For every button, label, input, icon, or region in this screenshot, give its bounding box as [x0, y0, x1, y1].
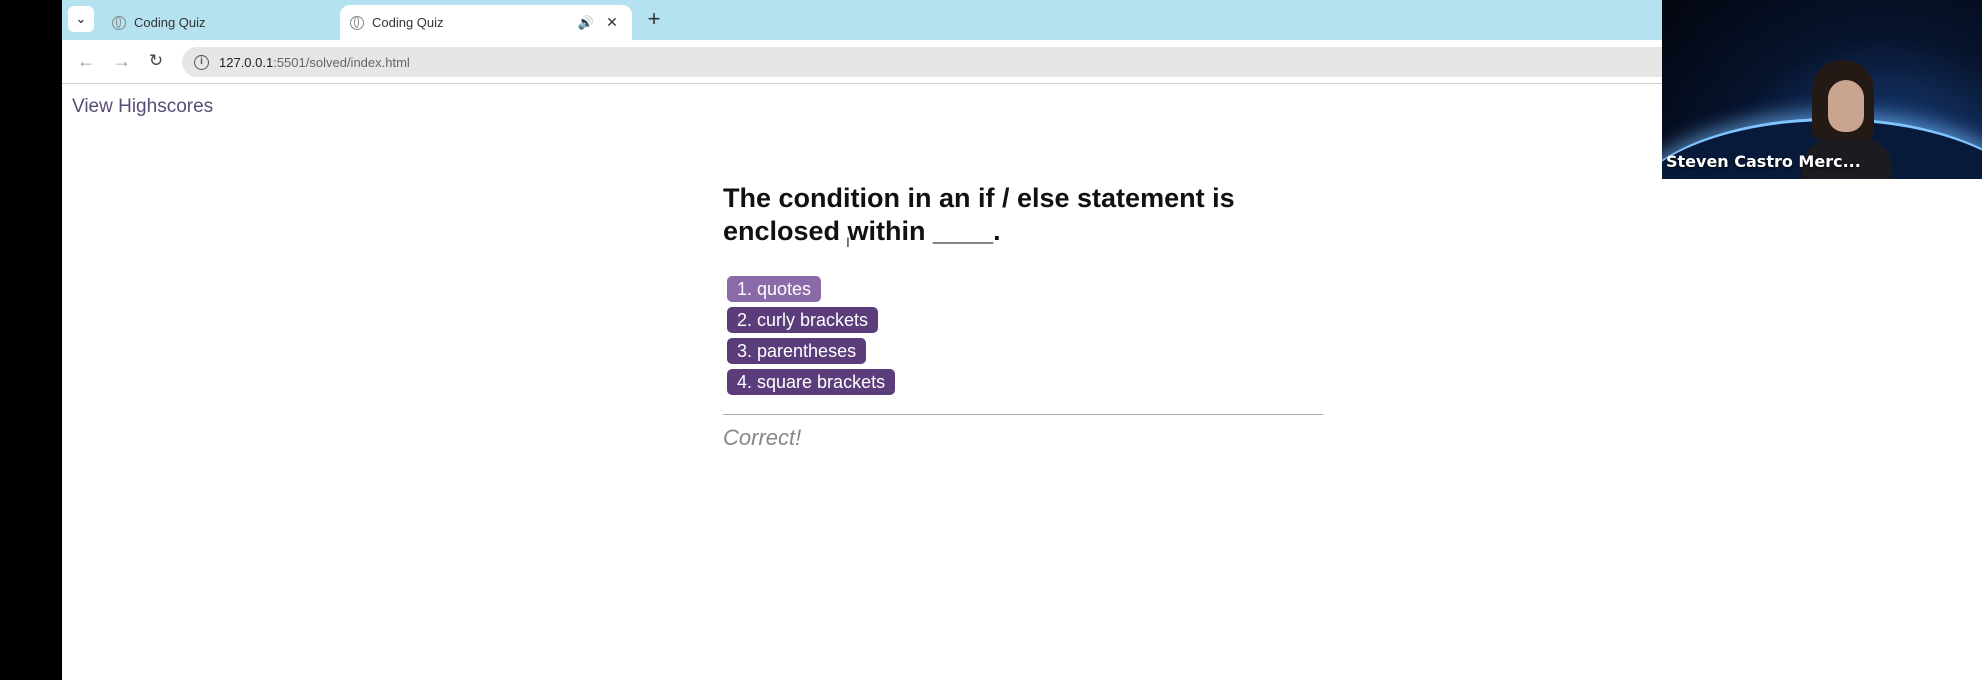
speaker-icon[interactable]: 🔊	[578, 15, 594, 31]
back-button[interactable]: ←	[74, 50, 98, 72]
site-info-icon[interactable]: i	[194, 54, 209, 70]
tab-search-button[interactable]: ⌄	[68, 6, 94, 32]
choice-button-3[interactable]: 3. parentheses	[727, 338, 867, 364]
close-icon[interactable]: ✕	[602, 14, 622, 31]
tab-title: Coding Quiz	[372, 15, 444, 30]
answer-choices: 1. quotes 2. curly brackets 3. parenthes…	[727, 276, 896, 400]
chevron-down-icon: ⌄	[75, 11, 87, 26]
tab-title: Coding Quiz	[134, 15, 206, 30]
question-text: The condition in an if / else statement …	[723, 183, 1235, 246]
text-cursor-icon: I	[846, 234, 850, 250]
choice-button-4[interactable]: 4. square brackets	[727, 369, 896, 395]
choice-button-1[interactable]: 1. quotes	[727, 276, 822, 302]
view-highscores-link[interactable]: View Highscores	[72, 96, 213, 118]
webcam-overlay: Steven Castro Merc...	[1662, 0, 1982, 179]
globe-icon	[350, 15, 364, 30]
feedback-text: Correct!	[723, 425, 802, 450]
participant-name: Steven Castro Merc...	[1666, 152, 1861, 171]
url-path: :5501/solved/index.html	[273, 54, 410, 70]
tab-coding-quiz-2[interactable]: Coding Quiz 🔊 ✕	[340, 5, 632, 40]
choice-button-2[interactable]: 2. curly brackets	[727, 307, 879, 333]
reload-button[interactable]: ↻	[144, 50, 168, 72]
forward-button[interactable]: →	[110, 50, 134, 72]
divider	[723, 414, 1323, 415]
globe-icon	[112, 15, 126, 30]
address-bar[interactable]: i 127.0.0.1:5501/solved/index.html	[182, 47, 1732, 77]
new-tab-button[interactable]: +	[640, 6, 668, 32]
url-host: 127.0.0.1	[219, 54, 274, 70]
url-text: 127.0.0.1:5501/solved/index.html	[219, 55, 410, 70]
